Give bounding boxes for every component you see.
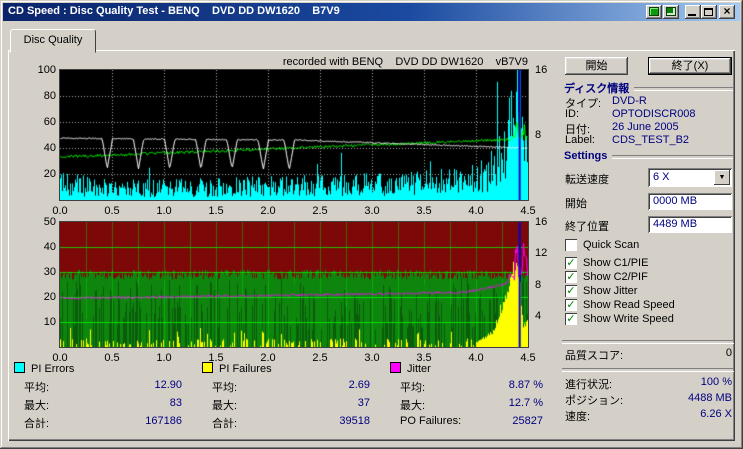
- window-title: CD Speed : Disc Quality Test - BENQ DVD …: [8, 5, 340, 17]
- stat-row: 平均: 2.69: [212, 379, 370, 394]
- disc-info-header: ディスク情報: [564, 80, 733, 96]
- disc-type-row: タイプ: DVD-R: [565, 95, 647, 110]
- app-chart-button[interactable]: [646, 5, 662, 19]
- quality-score-row: 品質スコア: 0: [565, 347, 732, 362]
- maximize-button[interactable]: [701, 5, 717, 19]
- stat-row: 最大: 12.7 %: [400, 397, 543, 412]
- start-position-label: 開始: [565, 198, 587, 210]
- disk-icon: [666, 7, 676, 16]
- divider: [562, 368, 734, 372]
- stat-title: PI Errors: [31, 363, 75, 375]
- pi-failures-swatch-icon: [202, 362, 213, 373]
- settings-header: Settings: [564, 150, 733, 162]
- quality-score-value: 0: [725, 347, 732, 359]
- stat-row: PO Failures: 25827: [400, 415, 543, 427]
- divider: [634, 87, 733, 91]
- checkbox-icon[interactable]: ✓: [565, 285, 577, 297]
- stat-title: PI Failures: [219, 363, 272, 375]
- close-button[interactable]: ×: [719, 5, 735, 19]
- progress-value: 100 %: [700, 376, 732, 388]
- end-position-input[interactable]: 4489 MB: [648, 216, 732, 233]
- checkbox-icon[interactable]: [565, 239, 577, 251]
- divider: [612, 155, 733, 159]
- position-value: 4488 MB: [687, 392, 732, 404]
- progress-row: 進行状況: 100 %: [565, 376, 732, 391]
- stat-title: Jitter: [407, 363, 431, 375]
- speed-row: 速度: 6.26 X: [565, 408, 732, 423]
- tab-disc-quality[interactable]: Disc Quality: [10, 29, 96, 53]
- divider: [562, 340, 734, 344]
- stat-row: 最大: 83: [24, 397, 182, 412]
- pi-errors-swatch-icon: [14, 362, 25, 373]
- chevron-down-icon[interactable]: ▼: [714, 170, 730, 185]
- speed-label: 転送速度: [565, 174, 609, 186]
- end-position-label: 終了位置: [565, 221, 609, 233]
- disc-id-row: ID: OPTODISCR008: [565, 108, 696, 120]
- pi-errors-stats: PI Errors 平均: 12.90 最大: 83 合計: 167186: [14, 362, 194, 433]
- checkbox-icon[interactable]: ✓: [565, 313, 577, 325]
- tab-label: Disc Quality: [23, 34, 83, 46]
- start-position-input[interactable]: 0000 MB: [648, 193, 732, 210]
- pi-failures-stats: PI Failures 平均: 2.69 最大: 37 合計: 39518: [202, 362, 382, 433]
- checkbox-icon[interactable]: ✓: [565, 299, 577, 311]
- speed-select[interactable]: 6 X ▼: [648, 168, 732, 187]
- disc-date-row: 日付: 26 June 2005: [565, 121, 679, 136]
- minimize-button[interactable]: [685, 5, 701, 19]
- position-row: ポジション: 4488 MB: [565, 392, 732, 407]
- stat-row: 平均: 12.90: [24, 379, 182, 394]
- titlebar: CD Speed : Disc Quality Test - BENQ DVD …: [3, 3, 740, 21]
- exit-button[interactable]: 終了(X): [648, 57, 732, 75]
- minimize-icon: [688, 14, 696, 16]
- stat-row: 合計: 167186: [24, 415, 182, 430]
- chart-icon: [649, 7, 659, 16]
- jitter-stats: Jitter 平均: 8.87 % 最大: 12.7 % PO Failures: 2…: [390, 362, 555, 433]
- app-save-button[interactable]: [663, 5, 679, 19]
- checkbox-icon[interactable]: ✓: [565, 257, 577, 269]
- start-button[interactable]: 開始: [565, 57, 628, 75]
- checkbox-icon[interactable]: ✓: [565, 271, 577, 283]
- close-icon: ×: [723, 4, 731, 18]
- maximize-icon: [704, 8, 713, 16]
- speed-value: 6.26 X: [700, 408, 732, 420]
- app-window: CD Speed : Disc Quality Test - BENQ DVD …: [0, 0, 743, 449]
- disc-label-row: Label: CDS_TEST_B2: [565, 134, 690, 146]
- stat-row: 平均: 8.87 %: [400, 379, 543, 394]
- stat-row: 最大: 37: [212, 397, 370, 412]
- pi-failures-jitter-chart: [59, 221, 529, 348]
- jitter-swatch-icon: [390, 362, 401, 373]
- pi-errors-chart: [59, 69, 529, 201]
- chart-annotation: recorded with BENQ DVD DD DW1620 vB7V9: [282, 56, 528, 68]
- stat-row: 合計: 39518: [212, 415, 370, 430]
